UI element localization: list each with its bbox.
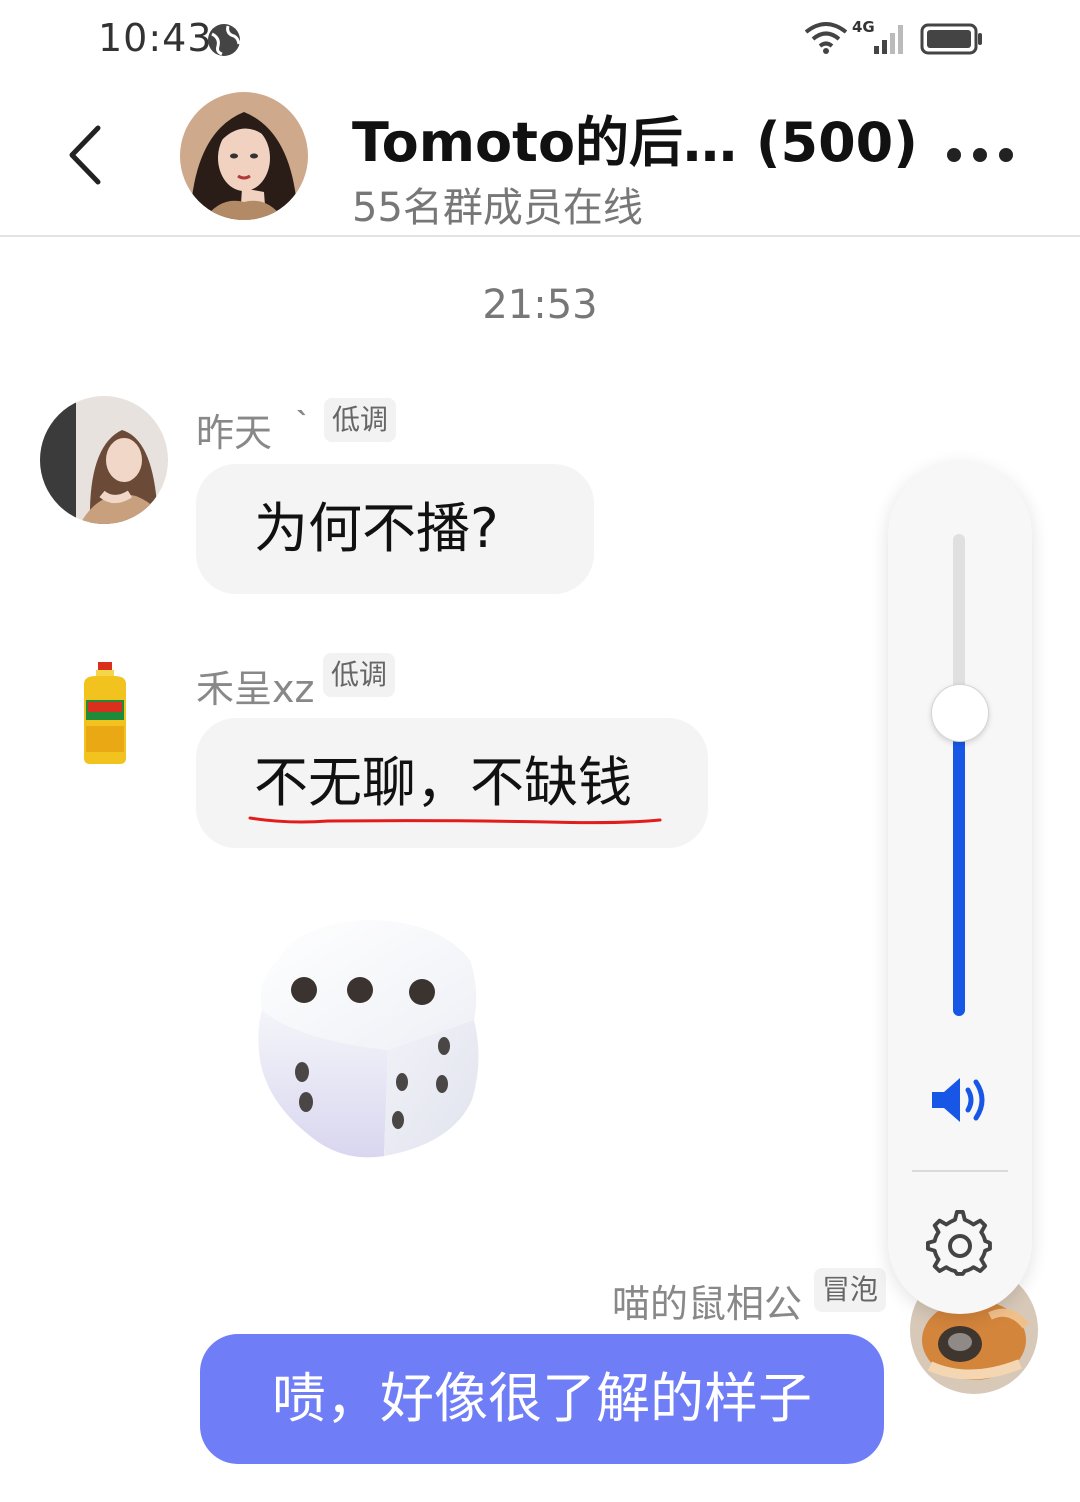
message-bubble[interactable]: 不无聊，不缺钱 [196,718,708,848]
volume-panel [888,462,1032,1314]
volume-slider[interactable] [953,534,965,1016]
red-underline-annotation [248,816,662,825]
volume-knob[interactable] [931,684,989,742]
sender-name: 昨天 ｀ [196,411,323,455]
sender-badge: 低调 [324,398,397,442]
avatar[interactable] [40,396,168,524]
status-time: 10:43 [98,16,213,60]
group-title: Tomoto的后… (500) [352,111,918,174]
message-bubble[interactable]: 为何不播? [196,464,594,594]
my-message-bubble[interactable]: 啧，好像很了解的样子 [200,1334,884,1464]
dice-sticker[interactable] [238,910,494,1166]
volume-fill [953,712,965,1016]
sender-name: 喵的鼠相公 [612,1282,803,1326]
panel-divider [912,1170,1008,1172]
globe-icon [208,24,241,56]
chat-header: Tomoto的后… (500) 55名群成员在线 [0,80,1080,237]
time-divider: 21:53 [482,282,598,328]
sender-name: 禾呈xz [196,667,315,711]
group-avatar[interactable] [180,92,308,220]
wifi-icon [804,22,848,54]
battery-icon [920,23,982,55]
sender-badge: 低调 [323,653,396,697]
signal-icon [874,25,903,54]
back-button[interactable] [58,120,118,190]
avatar[interactable] [40,652,168,780]
sender-badge: 冒泡 [814,1268,887,1312]
more-dots-icon[interactable] [940,135,1020,175]
speaker-icon[interactable] [928,1074,992,1126]
status-bar: 10:43 4G [0,0,1080,80]
gear-icon[interactable] [926,1210,994,1278]
online-count: 55名群成员在线 [352,185,643,231]
